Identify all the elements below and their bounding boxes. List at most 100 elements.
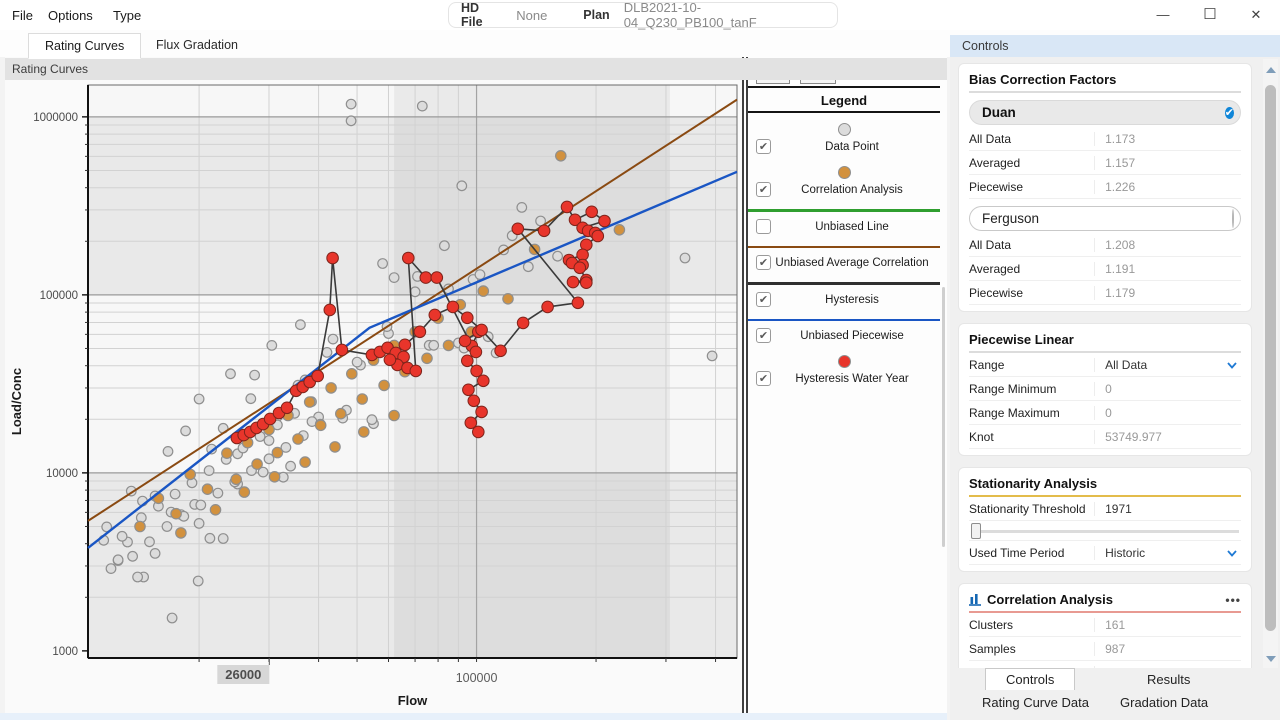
hysteresis-water-year-marker[interactable] [542, 301, 554, 313]
hysteresis-water-year-marker[interactable] [403, 252, 415, 264]
bottom-tab-rating-curve-data[interactable]: Rating Curve Data [982, 695, 1089, 710]
hysteresis-water-year-marker[interactable] [327, 252, 339, 264]
correlation-analysis-marker[interactable] [478, 286, 488, 296]
hysteresis-water-year-marker[interactable] [586, 206, 598, 218]
correlation-analysis-marker[interactable] [176, 528, 186, 538]
data-point-marker[interactable] [226, 369, 236, 379]
correlation-analysis-marker[interactable] [252, 459, 262, 469]
hysteresis-water-year-marker[interactable] [431, 272, 443, 284]
bias-method-ferguson[interactable]: Ferguson [969, 206, 1241, 231]
menu-options[interactable]: Options [48, 8, 93, 23]
data-point-marker[interactable] [213, 488, 223, 498]
correlation-analysis-marker[interactable] [422, 353, 432, 363]
correlation-analysis-marker[interactable] [614, 225, 624, 235]
tab-rating-curves[interactable]: Rating Curves [28, 33, 141, 59]
correlation-analysis-marker[interactable] [222, 448, 232, 458]
correlation-analysis-marker[interactable] [357, 394, 367, 404]
correlation-analysis-marker[interactable] [202, 484, 212, 494]
hysteresis-water-year-marker[interactable] [336, 344, 348, 356]
hysteresis-water-year-marker[interactable] [414, 326, 426, 338]
data-point-marker[interactable] [218, 534, 228, 544]
correlation-analysis-marker[interactable] [171, 509, 181, 519]
hysteresis-water-year-marker[interactable] [572, 297, 584, 309]
hysteresis-water-year-marker[interactable] [574, 262, 586, 274]
legend-checkbox[interactable]: ✔ [756, 328, 771, 343]
hysteresis-water-year-marker[interactable] [476, 324, 488, 336]
data-point-marker[interactable] [133, 572, 143, 582]
data-point-marker[interactable] [707, 351, 717, 361]
data-point-marker[interactable] [204, 466, 214, 476]
data-point-marker[interactable] [429, 341, 439, 351]
correlation-analysis-marker[interactable] [336, 409, 346, 419]
correlation-analysis-marker[interactable] [359, 427, 369, 437]
hysteresis-water-year-marker[interactable] [399, 339, 411, 351]
data-point-marker[interactable] [524, 262, 534, 272]
data-point-marker[interactable] [286, 461, 296, 471]
data-point-marker[interactable] [162, 522, 172, 532]
data-point-marker[interactable] [322, 348, 332, 358]
data-point-marker[interactable] [193, 576, 203, 586]
correlation-analysis-marker[interactable] [379, 380, 389, 390]
hysteresis-water-year-marker[interactable] [281, 402, 293, 414]
hysteresis-water-year-marker[interactable] [470, 346, 482, 358]
data-point-marker[interactable] [181, 426, 191, 436]
menu-file[interactable]: File [12, 8, 33, 23]
bottom-tab-controls[interactable]: Controls [985, 668, 1075, 690]
correlation-analysis-marker[interactable] [210, 505, 220, 515]
data-point-marker[interactable] [145, 537, 155, 547]
hysteresis-water-year-marker[interactable] [312, 370, 324, 382]
data-point-marker[interactable] [378, 259, 388, 269]
data-point-marker[interactable] [475, 270, 485, 280]
correlation-analysis-marker[interactable] [389, 410, 399, 420]
hysteresis-water-year-marker[interactable] [459, 335, 471, 347]
hysteresis-water-year-marker[interactable] [592, 230, 604, 242]
legend-checkbox[interactable]: ✔ [756, 255, 771, 270]
stationarity-slider[interactable] [969, 521, 1241, 541]
hysteresis-water-year-marker[interactable] [476, 406, 488, 418]
bottom-tab-gradation-data[interactable]: Gradation Data [1120, 695, 1208, 710]
hysteresis-water-year-marker[interactable] [561, 201, 573, 213]
correlation-analysis-marker[interactable] [293, 434, 303, 444]
section-menu-icon[interactable]: ••• [1225, 593, 1241, 607]
correlation-analysis-marker[interactable] [272, 447, 282, 457]
data-point-marker[interactable] [194, 394, 204, 404]
data-point-marker[interactable] [553, 251, 563, 261]
correlation-analysis-marker[interactable] [443, 340, 453, 350]
data-point-marker[interactable] [457, 181, 467, 191]
hysteresis-water-year-marker[interactable] [447, 301, 459, 313]
plan-value[interactable]: DLB2021-10-04_Q230_PB100_tanF [624, 0, 825, 30]
unselected-radio-icon[interactable] [1232, 209, 1234, 228]
hysteresis-water-year-marker[interactable] [512, 223, 524, 235]
tab-flux-gradation[interactable]: Flux Gradation [142, 33, 252, 57]
scroll-up-icon[interactable] [1266, 67, 1276, 73]
data-point-marker[interactable] [517, 203, 527, 213]
correlation-analysis-marker[interactable] [556, 151, 566, 161]
data-point-marker[interactable] [346, 116, 356, 126]
data-point-marker[interactable] [106, 564, 116, 574]
hysteresis-water-year-marker[interactable] [538, 225, 550, 237]
hysteresis-water-year-marker[interactable] [473, 426, 485, 438]
stationarity-slider-handle[interactable] [971, 523, 981, 539]
hysteresis-water-year-marker[interactable] [471, 365, 483, 377]
correlation-analysis-marker[interactable] [239, 487, 249, 497]
data-point-marker[interactable] [205, 534, 215, 544]
hd-file-value[interactable]: None [516, 8, 547, 23]
correlation-analysis-marker[interactable] [231, 474, 241, 484]
close-icon[interactable]: ✕ [1246, 6, 1266, 24]
data-point-marker[interactable] [346, 99, 356, 109]
hysteresis-water-year-marker[interactable] [384, 354, 396, 366]
correlation-analysis-marker[interactable] [330, 442, 340, 452]
correlation-analysis-marker[interactable] [305, 397, 315, 407]
data-point-marker[interactable] [246, 394, 256, 404]
bottom-tab-results[interactable]: Results [1147, 672, 1190, 687]
hysteresis-water-year-marker[interactable] [478, 375, 490, 387]
legend-checkbox[interactable]: ✔ [756, 371, 771, 386]
data-point-marker[interactable] [117, 532, 127, 542]
data-point-marker[interactable] [296, 320, 306, 330]
hysteresis-water-year-marker[interactable] [599, 215, 611, 227]
hysteresis-water-year-marker[interactable] [462, 355, 474, 367]
data-point-marker[interactable] [410, 287, 420, 297]
hysteresis-water-year-marker[interactable] [567, 276, 579, 288]
hysteresis-water-year-marker[interactable] [420, 272, 432, 284]
correlation-analysis-marker[interactable] [347, 369, 357, 379]
